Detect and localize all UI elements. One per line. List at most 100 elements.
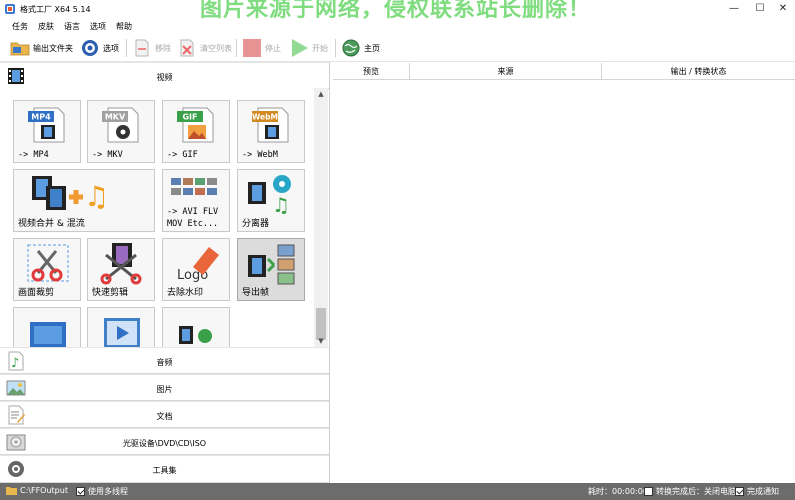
notify-option[interactable]: 完成通知 [735,486,779,497]
start-button[interactable]: 开始 [289,37,328,59]
tile-remove-watermark-label: 去除水印 [167,288,204,298]
tile-row4-3[interactable] [162,307,230,347]
category-video-label: 视频 [156,73,173,82]
menu-bar: 任务 皮肤 语言 选项 帮助 [0,18,795,34]
category-disc-header[interactable]: 光驱设备\DVD\CD\ISO [0,428,329,455]
tile-to-mp4[interactable]: MP4 -> MP4 [13,100,81,163]
category-panel: 视频 MP4 -> MP4 MKV -> MKV GIF -> GIF WebM… [0,62,330,483]
menu-help[interactable]: 帮助 [116,21,132,32]
tile-to-webm-label: -> WebM [242,150,278,160]
tile-export-frames[interactable]: 导出帧 [237,238,305,301]
category-audio-header[interactable]: ♪ 音频 [0,347,329,374]
notify-label: 完成通知 [747,487,779,496]
column-output-status[interactable]: 输出 / 转换状态 [602,63,795,80]
start-label: 开始 [312,43,328,53]
category-picture-header[interactable]: 图片 [0,374,329,401]
stop-label: 停止 [265,43,281,53]
category-video-header[interactable]: 视频 [0,62,329,89]
after-convert-option[interactable]: 转换完成后：关闭电脑 [644,486,736,497]
tile-video-merge[interactable]: ♫ 视频合并 & 混流 [13,169,155,232]
close-button[interactable]: ✕ [772,1,794,17]
tile-to-gif[interactable]: GIF -> GIF [162,100,230,163]
minimize-button[interactable]: — [723,1,745,17]
category-tools-label: 工具集 [152,466,177,475]
folder-small-icon [6,487,17,495]
video-tools-icon [179,326,212,344]
tile-video-merge-label: 视频合并 & 混流 [18,219,85,229]
eraser-icon: Logo [177,247,219,283]
tile-row4-1[interactable] [13,307,81,347]
multithread-label: 使用多线程 [88,487,128,496]
after-convert-label: 转换完成后：关闭电脑 [656,487,736,496]
options-label: 选项 [103,43,119,53]
export-frames-icon [248,244,295,285]
tile-remove-watermark[interactable]: Logo 去除水印 [162,238,230,301]
stop-button[interactable]: 停止 [242,37,281,59]
after-convert-checkbox[interactable] [644,487,653,496]
video-tool-grid: MP4 -> MP4 MKV -> MKV GIF -> GIF WebM ->… [0,88,314,347]
menu-task[interactable]: 任务 [12,21,28,32]
tool-grid-scrollbar[interactable]: ▲ ▼ [314,88,328,347]
menu-language[interactable]: 语言 [64,21,80,32]
tile-to-mkv[interactable]: MKV -> MKV [87,100,155,163]
multithread-option[interactable]: 使用多线程 [76,486,128,497]
home-button[interactable]: 主页 [341,37,380,59]
toolbar-separator [236,39,237,57]
toolbar-separator [335,39,336,57]
options-gear-icon [82,40,98,56]
tile-crop-label: 画面裁剪 [18,288,55,298]
crop-scissors-icon [27,244,69,282]
column-preview[interactable]: 预览 [333,63,410,80]
tile-quick-clip-label: 快速剪辑 [92,288,129,298]
tile-splitter-label: 分离器 [242,219,270,229]
tile-avi-line2: MOV Etc... [167,219,219,229]
category-picture-label: 图片 [156,385,173,394]
app-icon [5,4,15,14]
remove-label: 移除 [155,43,171,53]
output-folder-button[interactable]: 输出文件夹 [10,37,73,59]
menu-skin[interactable]: 皮肤 [38,21,54,32]
category-tools-header[interactable]: 工具集 [0,455,329,483]
elapsed-time-text: 耗时：00:00:00 [588,487,648,496]
clear-list-label: 清空列表 [200,43,232,53]
webm-file-icon: WebM [252,107,289,143]
notify-checkbox[interactable] [735,487,744,496]
output-path[interactable]: C:\FFOutput [6,486,68,495]
clear-list-button[interactable]: 清空列表 [177,37,232,59]
play-icon [292,39,308,57]
menu-options[interactable]: 选项 [90,21,106,32]
scroll-up-icon[interactable]: ▲ [314,88,328,100]
screen-record-icon [30,322,66,347]
folder-icon [10,42,30,56]
multi-format-icon [171,178,217,195]
category-document-label: 文档 [156,412,173,421]
multithread-checkbox[interactable] [76,487,85,496]
tile-to-avi-flv-mov[interactable]: -> AVI FLV MOV Etc... [162,169,230,232]
svg-text:♫: ♫ [272,193,290,214]
task-list-panel[interactable]: 预览 来源 输出 / 转换状态 [333,62,795,483]
category-document-header[interactable]: 文档 [0,401,329,428]
window-title: 格式工厂 X64 5.14 [20,5,91,14]
tile-crop[interactable]: 画面裁剪 [13,238,81,301]
toolbar-separator [126,39,127,57]
remove-button[interactable]: 移除 [132,37,171,59]
tile-splitter[interactable]: ♫ 分离器 [237,169,305,232]
tile-to-webm[interactable]: WebM -> WebM [237,100,305,163]
toolbar: 输出文件夹 选项 移除 清空列表 停止 开始 主页 [0,34,795,62]
maximize-button[interactable]: ☐ [749,1,771,17]
globe-icon [342,39,360,57]
elapsed-time: 耗时：00:00:00 [588,486,648,497]
tile-to-gif-label: -> GIF [167,150,198,160]
tile-quick-clip[interactable]: 快速剪辑 [87,238,155,301]
column-source[interactable]: 来源 [410,63,602,80]
tile-row4-2[interactable] [87,307,155,347]
category-disc-label: 光驱设备\DVD\CD\ISO [122,439,207,448]
merge-video-icon: ♫ [32,176,109,213]
tile-to-mkv-label: -> MKV [92,150,123,160]
options-button[interactable]: 选项 [80,37,119,59]
scroll-down-icon[interactable]: ▼ [314,335,328,347]
mkv-badge-text: MKV [105,113,126,122]
tile-avi-line1: -> AVI FLV [167,207,219,217]
splitter-icon: ♫ [248,175,291,214]
video-player-icon [104,318,140,347]
